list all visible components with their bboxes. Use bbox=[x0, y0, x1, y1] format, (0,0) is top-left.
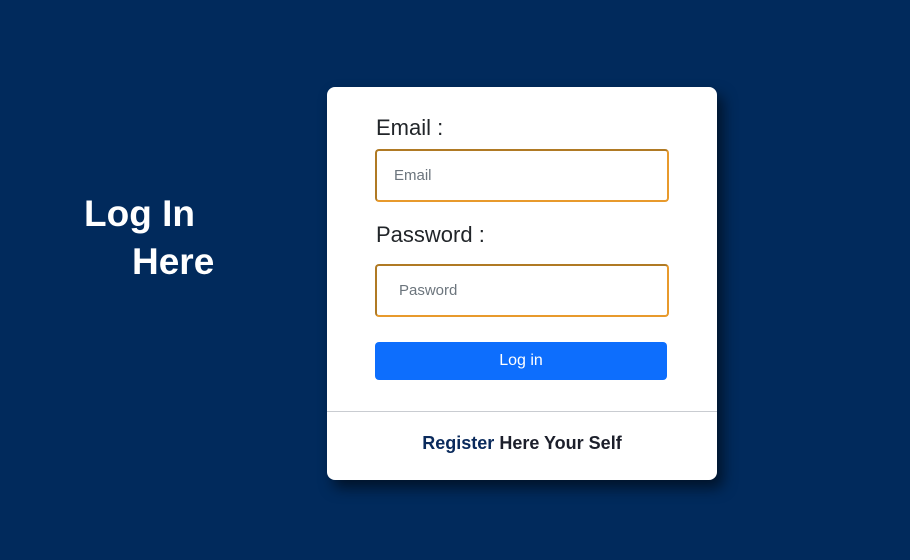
page-heading: Log In Here bbox=[84, 190, 214, 286]
register-prompt: Register Here Your Self bbox=[327, 433, 717, 454]
register-link[interactable]: Register bbox=[422, 433, 494, 453]
password-label: Password : bbox=[376, 222, 485, 247]
heading-line-2: Here bbox=[132, 241, 215, 282]
login-card: Email : Password : Log in Register Here … bbox=[327, 87, 717, 480]
login-button[interactable]: Log in bbox=[375, 342, 667, 380]
register-rest-text: Here Your Self bbox=[494, 433, 622, 453]
password-input[interactable] bbox=[375, 264, 669, 317]
email-label: Email : bbox=[376, 115, 444, 140]
email-input[interactable] bbox=[375, 149, 669, 202]
heading-line-1: Log In bbox=[84, 193, 195, 234]
card-divider bbox=[327, 411, 717, 412]
